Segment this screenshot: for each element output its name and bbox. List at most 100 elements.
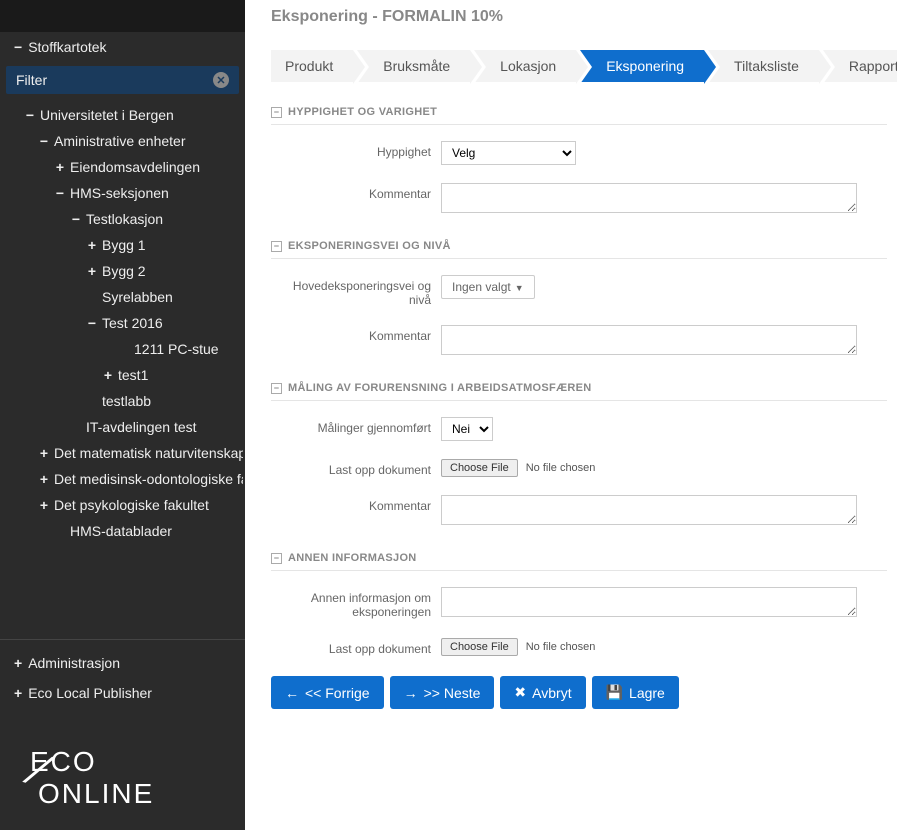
section-title: EKSPONERINGSVEI OG NIVÅ xyxy=(288,240,451,252)
cancel-button[interactable]: ✖Avbryt xyxy=(500,676,585,709)
breadcrumb-tab[interactable]: Produkt xyxy=(271,50,353,82)
breadcrumb: ProduktBruksmåteLokasjonEksponeringTilta… xyxy=(271,50,887,82)
location-tree[interactable]: −Universitetet i Bergen−Aministrative en… xyxy=(0,98,245,639)
tree-item-label: Det medisinsk-odontologiske fakultet xyxy=(54,471,243,487)
arrow-right-icon: → xyxy=(404,685,418,701)
expand-icon: + xyxy=(14,685,22,701)
select-hyppighet[interactable]: Velg xyxy=(441,141,576,165)
tree-item-label: Universitetet i Bergen xyxy=(40,107,174,123)
collapse-icon: − xyxy=(14,39,22,55)
textarea-kommentar-2[interactable] xyxy=(441,325,857,355)
arrow-left-icon: ← xyxy=(285,685,299,701)
tree-item[interactable]: −Testlokasjon xyxy=(0,206,243,232)
tree-item[interactable]: Syrelabben xyxy=(0,284,243,310)
section-title: HYPPIGHET OG VARIGHET xyxy=(288,106,437,118)
filter-input-row[interactable]: Filter ✕ xyxy=(6,66,239,94)
nav-label: Administrasjon xyxy=(28,655,120,671)
textarea-annen-info[interactable] xyxy=(441,587,857,617)
breadcrumb-tab[interactable]: Lokasjon xyxy=(474,50,576,82)
label-kommentar-1: Kommentar xyxy=(271,183,441,201)
collapse-box-icon[interactable]: − xyxy=(271,241,282,252)
clear-filter-icon[interactable]: ✕ xyxy=(213,72,229,88)
tree-item[interactable]: −Test 2016 xyxy=(0,310,243,336)
next-button[interactable]: →>> Neste xyxy=(390,676,495,709)
caret-down-icon: ▼ xyxy=(515,283,524,293)
tree-item-label: Bygg 2 xyxy=(102,263,146,279)
tree-item-label: Testlokasjon xyxy=(86,211,163,227)
tree-item[interactable]: +test1 xyxy=(0,362,243,388)
tree-item[interactable]: +Bygg 2 xyxy=(0,258,243,284)
dropdown-hovedeksponering[interactable]: Ingen valgt▼ xyxy=(441,275,535,299)
file-status-2: No file chosen xyxy=(526,641,596,653)
save-button[interactable]: 💾Lagre xyxy=(592,676,679,709)
tree-item[interactable]: −Aministrative enheter xyxy=(0,128,243,154)
nav-item[interactable]: + Administrasjon xyxy=(0,648,245,678)
textarea-kommentar-3[interactable] xyxy=(441,495,857,525)
expand-icon: + xyxy=(38,471,50,487)
textarea-kommentar-1[interactable] xyxy=(441,183,857,213)
tree-item[interactable]: +Det psykologiske fakultet xyxy=(0,492,243,518)
save-icon: 💾 xyxy=(606,684,623,701)
expand-icon: + xyxy=(102,367,114,383)
expand-icon: + xyxy=(38,445,50,461)
tree-item-label: Aministrative enheter xyxy=(54,133,186,149)
collapse-icon: − xyxy=(54,185,66,201)
tree-item[interactable]: IT-avdelingen test xyxy=(0,414,243,440)
section-eksponeringsvei[interactable]: −EKSPONERINGSVEI OG NIVÅ xyxy=(271,234,887,259)
tree-item[interactable]: HMS-datablader xyxy=(0,518,243,544)
sidebar-top-bar xyxy=(0,0,245,32)
nav-label: Eco Local Publisher xyxy=(28,685,152,701)
label-last-opp-1: Last opp dokument xyxy=(271,459,441,477)
tree-item-label: Bygg 1 xyxy=(102,237,146,253)
tree-item-label: Eiendomsavdelingen xyxy=(70,159,200,175)
choose-file-button-1[interactable]: Choose File xyxy=(441,459,518,477)
expand-icon: + xyxy=(86,237,98,253)
tree-item[interactable]: +Eiendomsavdelingen xyxy=(0,154,243,180)
tree-item-label: Syrelabben xyxy=(102,289,173,305)
nav-stoffkartotek[interactable]: −Stoffkartotek xyxy=(0,32,245,62)
collapse-box-icon[interactable]: − xyxy=(271,553,282,564)
tree-item[interactable]: 1211 PC-stue xyxy=(0,336,243,362)
collapse-icon: − xyxy=(70,211,82,227)
logo-line2: ONLINE xyxy=(30,778,225,810)
breadcrumb-tab[interactable]: Tiltaksliste xyxy=(708,50,819,82)
tree-item[interactable]: +Det matematisk naturvitenskapelige fak xyxy=(0,440,243,466)
prev-button[interactable]: ←<< Forrige xyxy=(271,676,384,709)
sidebar-bottom: + Administrasjon + Eco Local Publisher xyxy=(0,639,245,716)
breadcrumb-tab[interactable]: Eksponering xyxy=(580,50,704,82)
section-hyppighet[interactable]: −HYPPIGHET OG VARIGHET xyxy=(271,100,887,125)
tree-item-label: testlabb xyxy=(102,393,151,409)
label-last-opp-2: Last opp dokument xyxy=(271,638,441,656)
tree-item-label: HMS-datablader xyxy=(70,523,172,539)
breadcrumb-tab[interactable]: Bruksmåte xyxy=(357,50,470,82)
eco-online-logo: ∕ ECO ONLINE xyxy=(0,716,245,830)
select-malinger[interactable]: Nei xyxy=(441,417,493,441)
label-hovedeksponering: Hovedeksponeringsvei og nivå xyxy=(271,275,441,307)
collapse-box-icon[interactable]: − xyxy=(271,107,282,118)
sidebar: −Stoffkartotek Filter ✕ −Universitetet i… xyxy=(0,0,245,830)
expand-icon: + xyxy=(86,263,98,279)
tree-item[interactable]: +Bygg 1 xyxy=(0,232,243,258)
expand-icon: + xyxy=(54,159,66,175)
nav-label: Stoffkartotek xyxy=(28,39,106,55)
action-row: ←<< Forrige →>> Neste ✖Avbryt 💾Lagre xyxy=(271,676,887,709)
tree-item-label: IT-avdelingen test xyxy=(86,419,197,435)
choose-file-button-2[interactable]: Choose File xyxy=(441,638,518,656)
section-title: ANNEN INFORMASJON xyxy=(288,552,417,564)
tree-item[interactable]: testlabb xyxy=(0,388,243,414)
section-maling[interactable]: −MÅLING AV FORURENSNING I ARBEIDSATMOSFÆ… xyxy=(271,376,887,401)
filter-label: Filter xyxy=(16,72,47,88)
section-annen[interactable]: −ANNEN INFORMASJON xyxy=(271,546,887,571)
nav-item[interactable]: + Eco Local Publisher xyxy=(0,678,245,708)
tree-item-label: test1 xyxy=(118,367,148,383)
breadcrumb-tab[interactable]: Rapport xyxy=(823,50,897,82)
tree-item[interactable]: −Universitetet i Bergen xyxy=(0,102,243,128)
label-kommentar-2: Kommentar xyxy=(271,325,441,343)
collapse-box-icon[interactable]: − xyxy=(271,383,282,394)
tree-item[interactable]: −HMS-seksjonen xyxy=(0,180,243,206)
expand-icon: + xyxy=(14,655,22,671)
tree-item-label: Det psykologiske fakultet xyxy=(54,497,209,513)
tree-item[interactable]: +Det medisinsk-odontologiske fakultet xyxy=(0,466,243,492)
section-title: MÅLING AV FORURENSNING I ARBEIDSATMOSFÆR… xyxy=(288,382,592,394)
page-title: Eksponering - FORMALIN 10% xyxy=(271,8,887,26)
